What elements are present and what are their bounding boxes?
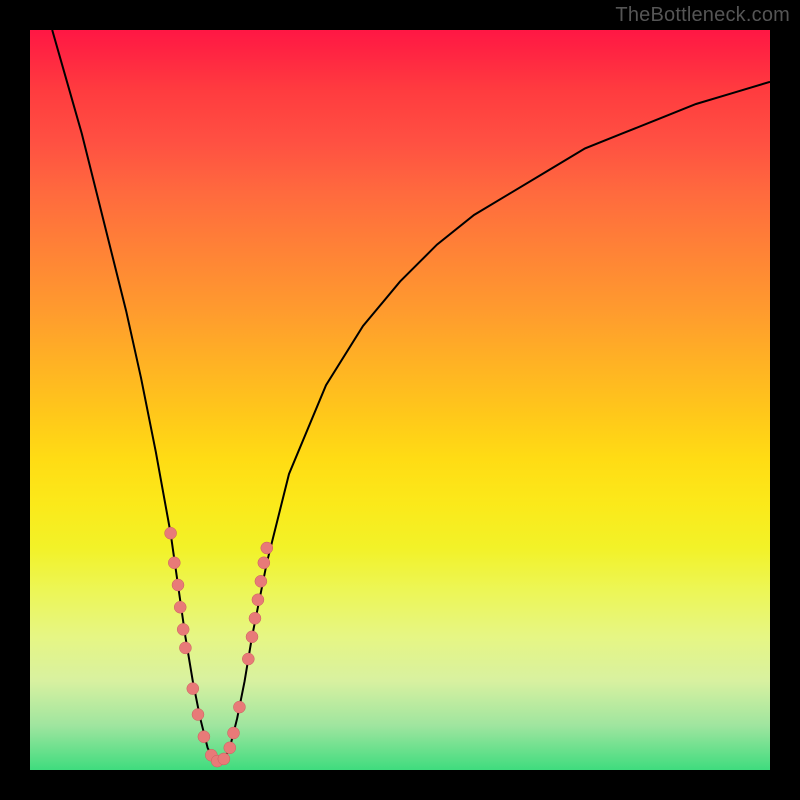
chart-container: TheBottleneck.com	[0, 0, 800, 800]
data-point-marker	[174, 601, 186, 613]
data-point-marker	[242, 653, 254, 665]
data-point-marker	[179, 642, 191, 654]
data-point-marker	[255, 575, 267, 587]
data-point-marker	[252, 594, 264, 606]
curve-svg	[30, 30, 770, 770]
data-point-marker	[249, 612, 261, 624]
data-point-marker	[233, 701, 245, 713]
watermark-text: TheBottleneck.com	[615, 4, 790, 27]
data-markers	[165, 527, 273, 767]
data-point-marker	[198, 731, 210, 743]
data-point-marker	[165, 527, 177, 539]
data-point-marker	[258, 557, 270, 569]
data-point-marker	[218, 753, 230, 765]
data-point-marker	[261, 542, 273, 554]
data-point-marker	[168, 557, 180, 569]
data-point-marker	[172, 579, 184, 591]
data-point-marker	[246, 631, 258, 643]
plot-area	[30, 30, 770, 770]
data-point-marker	[177, 623, 189, 635]
data-point-marker	[192, 709, 204, 721]
data-point-marker	[224, 742, 236, 754]
data-point-marker	[187, 683, 199, 695]
bottleneck-curve	[52, 30, 770, 763]
data-point-marker	[228, 727, 240, 739]
